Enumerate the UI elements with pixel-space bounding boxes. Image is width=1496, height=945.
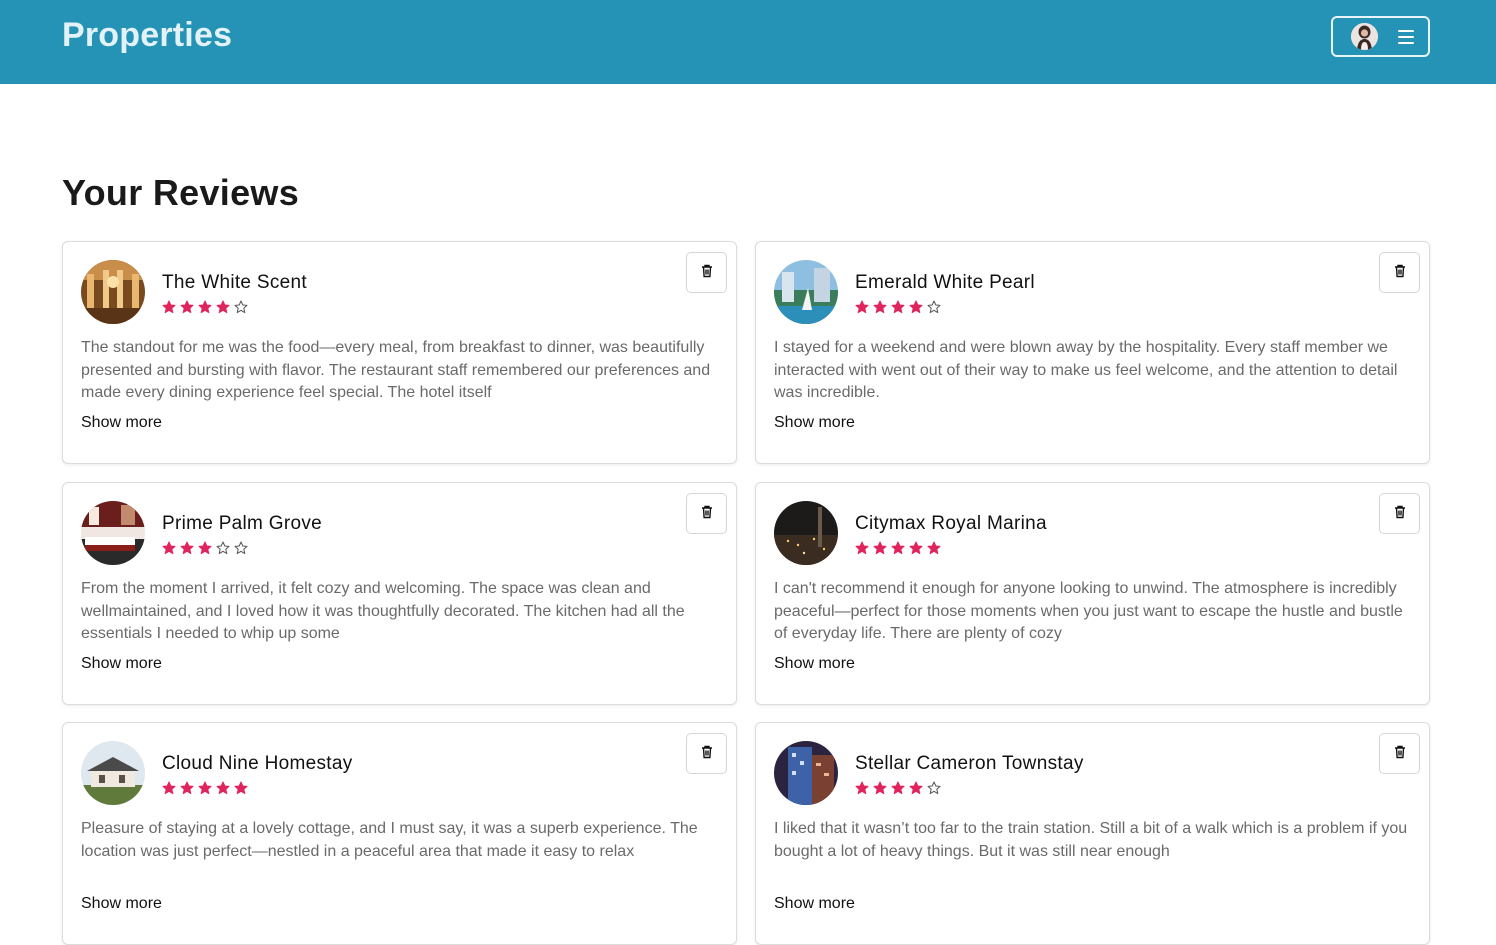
review-text: The standout for me was the food—every m… xyxy=(81,339,711,401)
property-thumbnail xyxy=(81,501,145,565)
trash-icon xyxy=(1392,504,1408,523)
show-more-link[interactable]: Show more xyxy=(774,414,855,432)
review-card: The White Scent The standout for me was … xyxy=(62,241,737,464)
star-empty-icon xyxy=(927,300,941,314)
review-text: From the moment I arrived, it felt cozy … xyxy=(81,580,685,642)
trash-icon xyxy=(1392,263,1408,282)
show-more-link[interactable]: Show more xyxy=(81,414,162,432)
star-filled-icon xyxy=(891,300,905,314)
show-more-link[interactable]: Show more xyxy=(81,895,162,913)
property-thumbnail xyxy=(81,741,145,805)
property-name[interactable]: Citymax Royal Marina xyxy=(855,513,1047,535)
trash-icon xyxy=(699,263,715,282)
top-navbar: Properties xyxy=(0,0,1496,84)
property-thumbnail xyxy=(774,501,838,565)
star-filled-icon xyxy=(909,541,923,555)
property-name[interactable]: Emerald White Pearl xyxy=(855,272,1035,294)
star-filled-icon xyxy=(873,781,887,795)
property-name[interactable]: Cloud Nine Homestay xyxy=(162,753,353,775)
review-text: I stayed for a weekend and were blown aw… xyxy=(774,339,1398,401)
show-more-link[interactable]: Show more xyxy=(774,895,855,913)
star-filled-icon xyxy=(873,300,887,314)
star-filled-icon xyxy=(855,300,869,314)
star-filled-icon xyxy=(198,541,212,555)
star-filled-icon xyxy=(855,541,869,555)
star-filled-icon xyxy=(180,541,194,555)
star-filled-icon xyxy=(162,300,176,314)
star-filled-icon xyxy=(909,781,923,795)
property-name[interactable]: Prime Palm Grove xyxy=(162,513,322,535)
star-filled-icon xyxy=(180,300,194,314)
star-filled-icon xyxy=(216,781,230,795)
review-text: I can't recommend it enough for anyone l… xyxy=(774,580,1403,642)
star-filled-icon xyxy=(180,781,194,795)
page-title: Your Reviews xyxy=(62,172,300,213)
review-card: Prime Palm Grove From the moment I arriv… xyxy=(62,482,737,705)
star-filled-icon xyxy=(162,541,176,555)
user-avatar xyxy=(1351,23,1378,50)
delete-review-button[interactable] xyxy=(1379,252,1420,293)
review-text: I liked that it wasn’t too far to the tr… xyxy=(774,820,1408,860)
delete-review-button[interactable] xyxy=(1379,493,1420,534)
property-name[interactable]: Stellar Cameron Townstay xyxy=(855,753,1084,775)
hamburger-icon xyxy=(1398,29,1414,44)
trash-icon xyxy=(699,744,715,763)
review-card: Cloud Nine Homestay Pleasure of staying … xyxy=(62,722,737,945)
delete-review-button[interactable] xyxy=(1379,733,1420,774)
review-text: Pleasure of staying at a lovely cottage,… xyxy=(81,820,698,860)
star-rating xyxy=(162,781,248,795)
star-filled-icon xyxy=(198,781,212,795)
review-card: Citymax Royal Marina I can't recommend i… xyxy=(755,482,1430,705)
user-menu-button[interactable] xyxy=(1331,16,1430,57)
star-rating xyxy=(162,300,248,314)
delete-review-button[interactable] xyxy=(686,493,727,534)
star-filled-icon xyxy=(216,300,230,314)
star-filled-icon xyxy=(162,781,176,795)
property-thumbnail xyxy=(774,260,838,324)
review-card: Stellar Cameron Townstay I liked that it… xyxy=(755,722,1430,945)
star-rating xyxy=(162,541,248,555)
star-filled-icon xyxy=(927,541,941,555)
star-empty-icon xyxy=(927,781,941,795)
delete-review-button[interactable] xyxy=(686,252,727,293)
property-thumbnail xyxy=(774,741,838,805)
review-card: Emerald White Pearl I stayed for a weeke… xyxy=(755,241,1430,464)
star-filled-icon xyxy=(234,781,248,795)
show-more-link[interactable]: Show more xyxy=(774,655,855,673)
trash-icon xyxy=(699,504,715,523)
star-filled-icon xyxy=(891,541,905,555)
star-empty-icon xyxy=(216,541,230,555)
star-filled-icon xyxy=(891,781,905,795)
star-filled-icon xyxy=(855,781,869,795)
star-rating xyxy=(855,541,941,555)
star-rating xyxy=(855,781,941,795)
star-empty-icon xyxy=(234,300,248,314)
star-empty-icon xyxy=(234,541,248,555)
star-filled-icon xyxy=(909,300,923,314)
star-filled-icon xyxy=(198,300,212,314)
property-name[interactable]: The White Scent xyxy=(162,272,307,294)
star-filled-icon xyxy=(873,541,887,555)
show-more-link[interactable]: Show more xyxy=(81,655,162,673)
brand-title[interactable]: Properties xyxy=(62,16,232,55)
trash-icon xyxy=(1392,744,1408,763)
delete-review-button[interactable] xyxy=(686,733,727,774)
star-rating xyxy=(855,300,941,314)
property-thumbnail xyxy=(81,260,145,324)
